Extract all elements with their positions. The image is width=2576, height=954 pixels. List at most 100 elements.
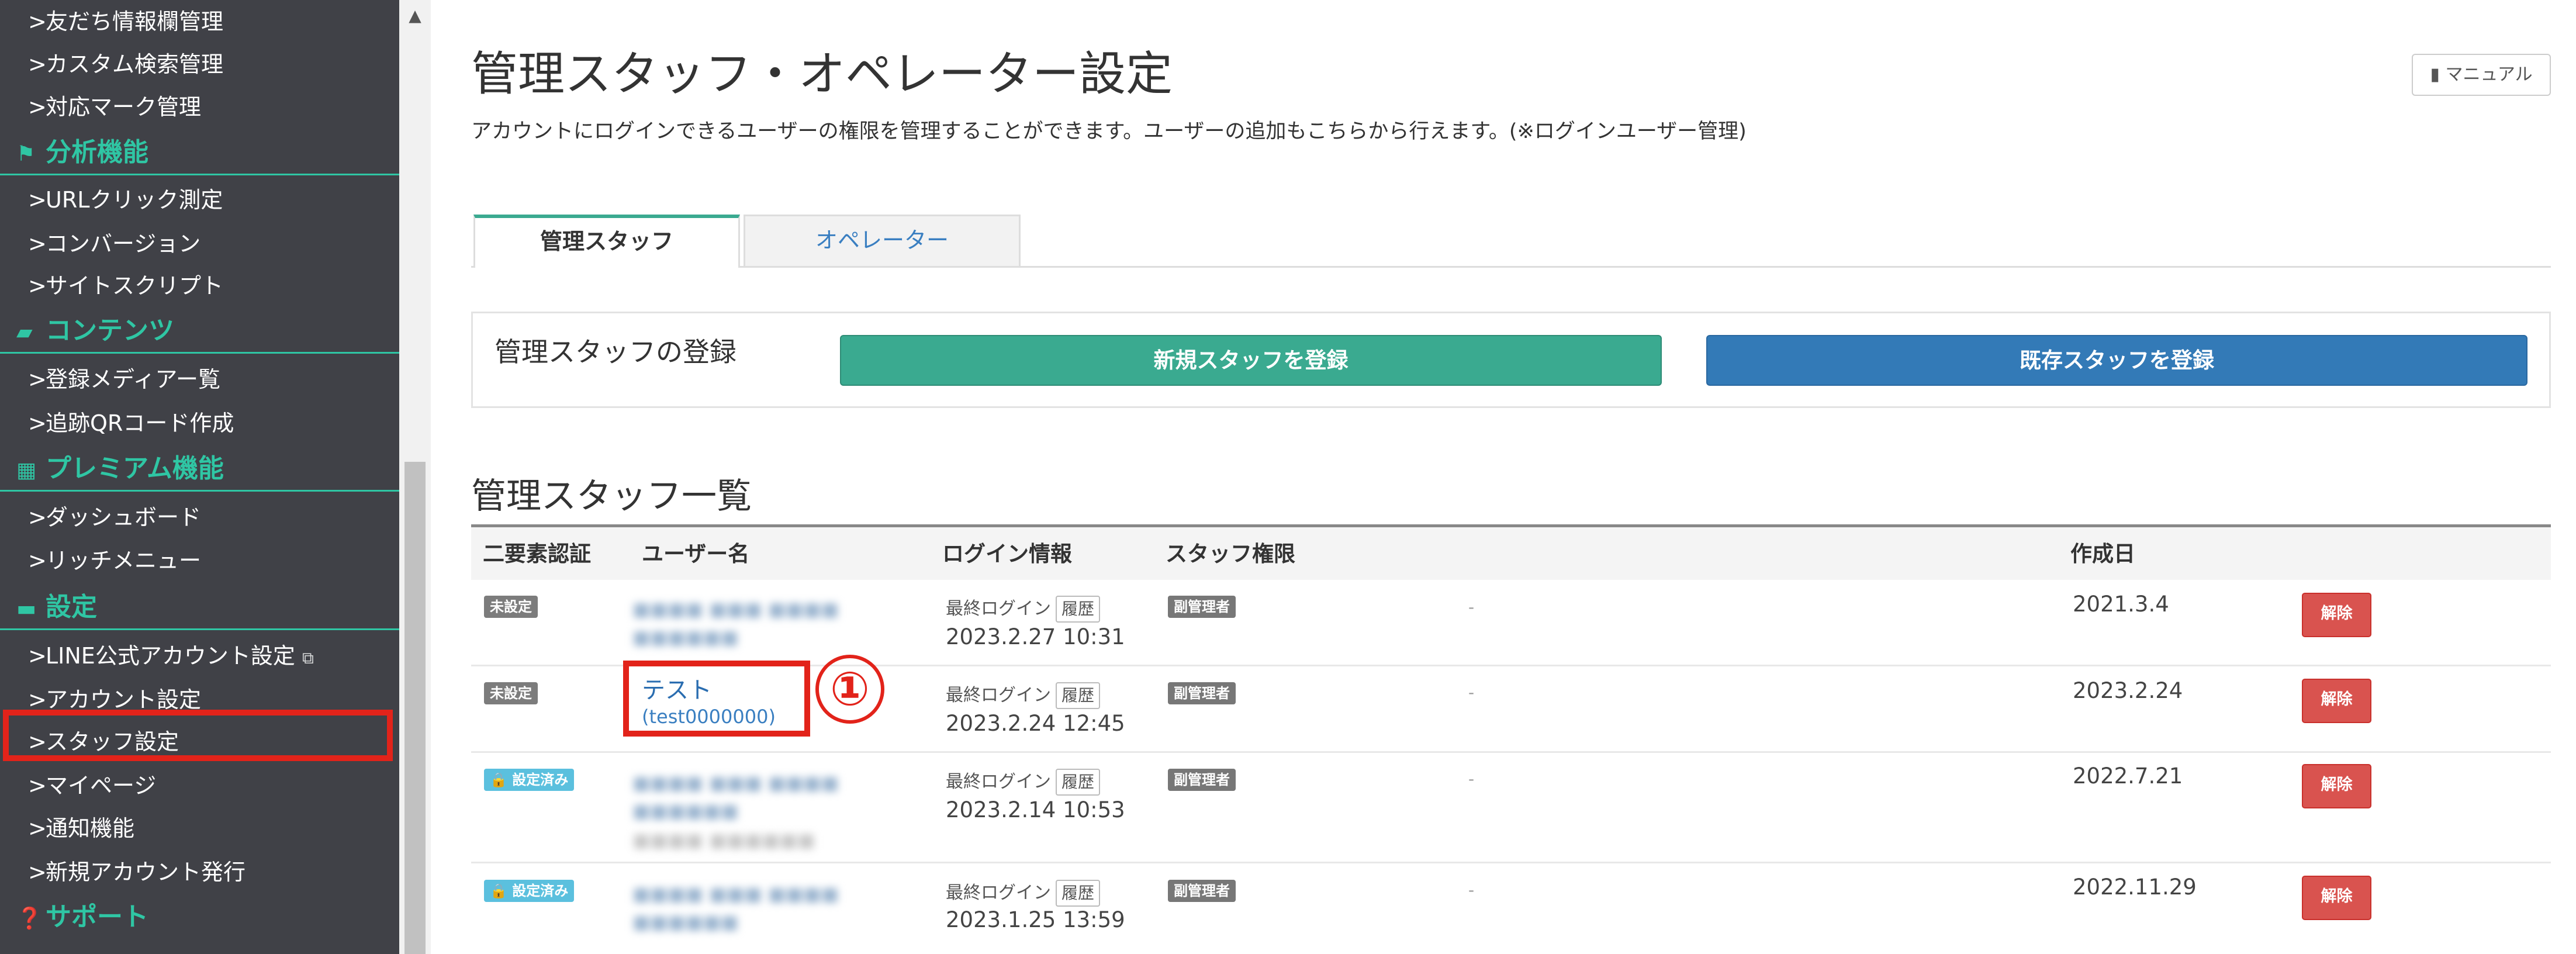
row-divider (471, 751, 2551, 753)
chat-icon: ▬ (16, 597, 37, 621)
remove-button[interactable]: 解除 (2302, 679, 2371, 723)
sidebar-item-custom-search[interactable]: >カスタム検索管理 (0, 43, 399, 87)
remove-button[interactable]: 解除 (2302, 764, 2371, 808)
role-badge: 副管理者 (1168, 880, 1236, 902)
role-badge: 副管理者 (1168, 596, 1236, 618)
sidebar-heading-settings: ▬ 設定 (0, 585, 399, 630)
question-icon: ❓ (16, 907, 43, 931)
register-new-staff-button[interactable]: 新規スタッフを登録 (840, 335, 1662, 386)
remove-button[interactable]: 解除 (2302, 593, 2371, 637)
created-date: 2023.2.24 (2073, 678, 2183, 703)
sidebar-item-mark[interactable]: >対応マーク管理 (0, 85, 399, 129)
sidebar-item-label: 対応マーク管理 (46, 94, 202, 120)
sidebar-item-new-account[interactable]: >新規アカウント発行 (0, 851, 399, 894)
table-header (471, 524, 2551, 580)
sidebar-item-label: 追跡QRコード作成 (46, 410, 234, 436)
sidebar-item-rich-menu[interactable]: >リッチメニュー (0, 539, 399, 583)
sidebar-item-qr-code[interactable]: >追跡QRコード作成 (0, 402, 399, 445)
sidebar-item-notification[interactable]: >通知機能 (0, 807, 399, 851)
remove-button[interactable]: 解除 (2302, 876, 2371, 920)
external-link-icon: ⧉ (302, 648, 314, 668)
history-button[interactable]: 履歴 (1056, 596, 1101, 623)
sidebar-item-url-click[interactable]: >URLクリック測定 (0, 178, 399, 222)
created-date: 2022.7.21 (2073, 763, 2183, 789)
sidebar-item-site-script[interactable]: >サイトスクリプト (0, 264, 399, 308)
sidebar-item-label: LINE公式アカウント設定 (46, 643, 295, 669)
tab-bar-border (471, 266, 2551, 268)
sidebar-item-media-list[interactable]: >登録メディアー覧 (0, 358, 399, 402)
two-factor-badge: 🔒 設定済み (484, 769, 575, 791)
gift-icon: ▦ (16, 458, 37, 482)
sidebar-heading-contents: ▰ コンテンツ (0, 308, 399, 354)
created-date: 2021.3.4 (2073, 592, 2169, 617)
staff-settings-highlight-box (3, 710, 393, 761)
tab-admin-staff[interactable]: 管理スタッフ (473, 215, 740, 268)
two-factor-badge: 未設定 (484, 596, 538, 618)
last-login-label: 最終ログイン 履歴 (946, 594, 1101, 623)
column-header-login-info: ログイン情報 (942, 541, 1072, 566)
user-name-blurred[interactable]: ■■■■ ■■■ ■■■■ (632, 598, 839, 620)
role-badge: 副管理者 (1168, 682, 1236, 704)
last-login-label: 最終ログイン 履歴 (946, 767, 1101, 796)
user-name-blurred[interactable]: ■■■■ ■■■ ■■■■ (632, 883, 839, 905)
sidebar-item-dashboard[interactable]: >ダッシュボード (0, 496, 399, 540)
lock-icon: 🔒 (490, 883, 507, 899)
user-extra-blurred: ■■■■ ■■■■■■ (632, 829, 815, 851)
page-title: 管理スタッフ・オペレーター設定 (471, 47, 1173, 101)
user-id-blurred: ■■■■■■ (632, 800, 739, 822)
sidebar-heading-support: ❓ サポート (0, 894, 399, 940)
sidebar-item-label: 友だち情報欄管理 (46, 9, 224, 34)
step-number-marker: ① (815, 655, 884, 724)
created-date: 2022.11.29 (2073, 874, 2197, 900)
history-button[interactable]: 履歴 (1056, 682, 1101, 709)
page-description: アカウントにログインできるユーザーの権限を管理することができます。ユーザーの追加… (471, 120, 1747, 143)
note-value: - (1468, 597, 1475, 617)
register-existing-staff-button[interactable]: 既存スタッフを登録 (1706, 335, 2527, 386)
staff-register-label: 管理スタッフの登録 (495, 336, 737, 368)
history-button[interactable]: 履歴 (1056, 769, 1101, 796)
user-name-highlight-box (623, 661, 810, 737)
last-login-datetime: 2023.1.25 13:59 (946, 907, 1125, 932)
sidebar-item-label: 新規アカウント発行 (46, 859, 246, 885)
scroll-up-arrow-icon[interactable]: ▲ (399, 0, 431, 32)
manual-button[interactable]: ▮ マニュアル (2412, 54, 2551, 96)
sidebar-item-line-account[interactable]: >LINE公式アカウント設定 ⧉ (0, 634, 399, 678)
sidebar: >友だち情報欄管理 >カスタム検索管理 >対応マーク管理 ⚑ 分析機能 >URLク… (0, 0, 399, 954)
sidebar-item-label: URLクリック測定 (46, 187, 223, 213)
scrollbar-thumb[interactable] (404, 462, 426, 954)
sidebar-item-label: ダッシュボード (46, 504, 202, 530)
note-value: - (1468, 683, 1475, 702)
user-name-blurred[interactable]: ■■■■ ■■■ ■■■■ (632, 772, 839, 794)
sidebar-item-friend-info[interactable]: >友だち情報欄管理 (0, 0, 399, 44)
sidebar-item-label: アカウント設定 (46, 687, 202, 713)
sidebar-item-mypage[interactable]: >マイページ (0, 764, 399, 808)
note-value: - (1468, 769, 1475, 789)
two-factor-badge: 未設定 (484, 682, 538, 704)
user-id-blurred: ■■■■■■ (632, 626, 739, 648)
sidebar-item-label: マイページ (46, 773, 157, 799)
sidebar-item-conversion[interactable]: >コンバージョン (0, 222, 399, 266)
column-header-two-factor: 二要素認証 (483, 541, 591, 566)
sidebar-item-label: 登録メディアー覧 (46, 367, 221, 392)
sidebar-item-label: カスタム検索管理 (46, 51, 224, 77)
history-button[interactable]: 履歴 (1056, 880, 1101, 907)
column-header-created: 作成日 (2070, 541, 2135, 566)
sidebar-item-label: コンバージョン (46, 231, 201, 257)
role-badge: 副管理者 (1168, 769, 1236, 791)
row-divider (471, 862, 2551, 863)
sidebar-heading-analytics: ⚑ 分析機能 (0, 130, 399, 175)
last-login-datetime: 2023.2.27 10:31 (946, 624, 1125, 649)
sidebar-item-label: サイトスクリプト (46, 273, 224, 299)
folder-icon: ▰ (16, 320, 33, 344)
note-value: - (1468, 880, 1475, 900)
sidebar-item-label: 通知機能 (46, 815, 135, 841)
user-id-blurred: ■■■■■■ (632, 911, 739, 933)
two-factor-badge: 🔒 設定済み (484, 880, 575, 902)
tab-operator[interactable]: オペレーター (744, 215, 1021, 266)
last-login-datetime: 2023.2.24 12:45 (946, 711, 1125, 736)
last-login-label: 最終ログイン 履歴 (946, 878, 1101, 907)
sidebar-item-label: リッチメニュー (46, 548, 202, 573)
last-login-datetime: 2023.2.14 10:53 (946, 797, 1125, 822)
sidebar-heading-premium: ▦ プレミアム機能 (0, 446, 399, 492)
column-header-username: ユーザー名 (642, 541, 750, 566)
